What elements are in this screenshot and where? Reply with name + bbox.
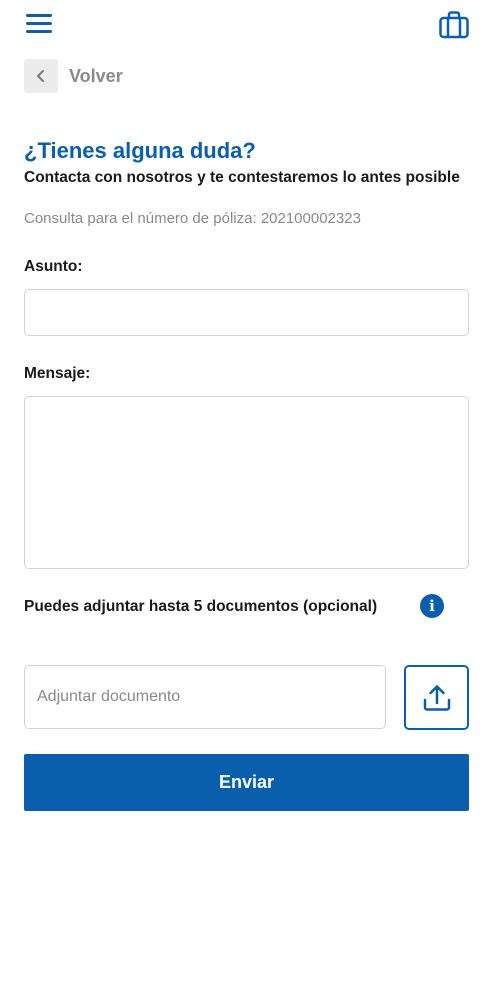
top-bar — [0, 0, 493, 50]
menu-line — [26, 30, 52, 33]
upload-button[interactable] — [404, 665, 469, 730]
back-button[interactable]: Volver — [24, 59, 123, 93]
briefcase-icon[interactable] — [438, 10, 470, 40]
back-label: Volver — [69, 65, 123, 86]
policy-number: 202100002323 — [260, 210, 361, 227]
attach-document-field[interactable]: Adjuntar documento — [24, 665, 386, 729]
message-textarea[interactable] — [24, 396, 469, 569]
page-title: ¿Tienes alguna duda? — [24, 138, 256, 163]
menu-line — [26, 14, 52, 17]
page-subtitle: Contacta con nosotros y te contestaremos… — [24, 169, 460, 186]
attach-placeholder: Adjuntar documento — [37, 688, 181, 705]
attach-info-text: Puedes adjuntar hasta 5 documentos (opci… — [24, 598, 378, 615]
subject-label: Asunto: — [24, 258, 83, 275]
briefcase-icon-svg — [439, 11, 469, 39]
hamburger-menu-icon[interactable] — [24, 12, 54, 38]
subject-input[interactable] — [24, 289, 469, 336]
submit-button[interactable]: Enviar — [24, 754, 469, 811]
policy-info: Consulta para el número de póliza: 20210… — [24, 210, 361, 227]
message-label: Mensaje: — [24, 365, 91, 382]
info-icon[interactable]: i — [420, 594, 444, 618]
upload-icon — [423, 684, 450, 711]
policy-prefix: Consulta para el número de póliza: — [24, 210, 261, 227]
chevron-left-icon-svg — [37, 70, 44, 82]
menu-line — [26, 22, 52, 25]
chevron-left-icon — [24, 59, 58, 93]
